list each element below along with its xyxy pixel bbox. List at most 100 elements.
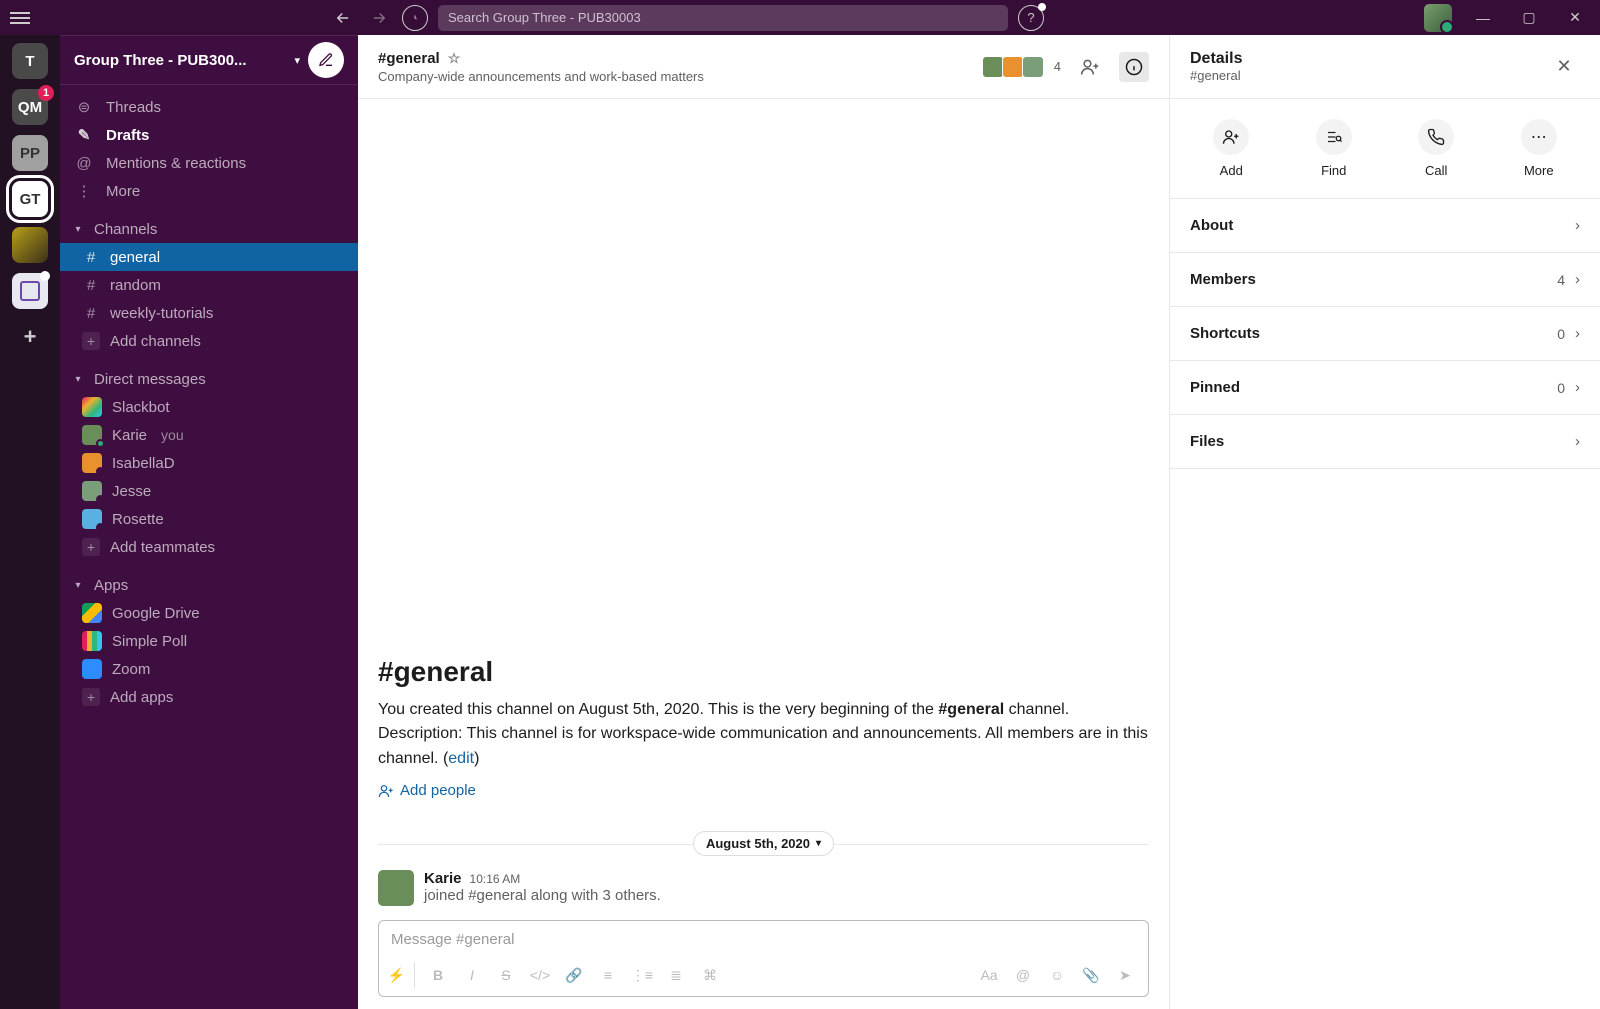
action-add[interactable]: Add xyxy=(1213,119,1249,178)
presence-icon xyxy=(96,439,105,448)
titlebar: Search Group Three - PUB30003 ? — ▢ ✕ xyxy=(0,0,1600,35)
channel-random[interactable]: #random xyxy=(60,271,358,299)
add-people-link[interactable]: Add people xyxy=(378,782,1149,799)
plus-icon: + xyxy=(82,688,100,706)
link-icon[interactable]: 🔗 xyxy=(561,962,587,988)
avatar-icon xyxy=(378,870,414,906)
add-apps[interactable]: +Add apps xyxy=(60,683,358,711)
date-divider: August 5th, 2020▾ xyxy=(378,831,1149,856)
send-icon[interactable]: ➤ xyxy=(1112,962,1138,988)
workspace-pp[interactable]: PP xyxy=(12,135,48,171)
avatar-icon xyxy=(982,56,1004,78)
dm-rosette[interactable]: Rosette xyxy=(60,505,358,533)
workspace-header[interactable]: Group Three - PUB300... ▾ xyxy=(60,35,358,85)
user-avatar[interactable] xyxy=(1424,4,1452,32)
plus-icon: + xyxy=(82,538,100,556)
star-icon[interactable]: ☆ xyxy=(448,50,461,67)
add-workspace-button[interactable]: + xyxy=(12,319,48,355)
app-simple-poll[interactable]: Simple Poll xyxy=(60,627,358,655)
chevron-right-icon: › xyxy=(1575,379,1580,396)
message-text: joined #general along with 3 others. xyxy=(424,887,661,904)
code-icon[interactable]: </> xyxy=(527,962,553,988)
format-icon[interactable]: Aa xyxy=(976,962,1002,988)
details-shortcuts[interactable]: Shortcuts0› xyxy=(1170,307,1600,361)
channel-header: #general ☆ Company-wide announcements and… xyxy=(358,35,1169,99)
compose-button[interactable] xyxy=(308,42,344,78)
shortcuts-icon[interactable]: ⚡ xyxy=(389,962,415,988)
section-channels[interactable]: ▾Channels xyxy=(60,215,358,243)
dm-isabellad[interactable]: IsabellaD xyxy=(60,449,358,477)
close-button[interactable]: ✕ xyxy=(1560,3,1590,33)
avatar-icon xyxy=(1022,56,1044,78)
intro-heading: #general xyxy=(378,656,1149,688)
menu-icon[interactable] xyxy=(10,12,30,24)
workspace-t[interactable]: T xyxy=(12,43,48,79)
section-dms[interactable]: ▾Direct messages xyxy=(60,365,358,393)
details-members[interactable]: Members4› xyxy=(1170,253,1600,307)
dm-karie[interactable]: Karieyou xyxy=(60,421,358,449)
dm-slackbot[interactable]: Slackbot xyxy=(60,393,358,421)
channel-name[interactable]: #general xyxy=(378,50,440,67)
strike-icon[interactable]: S xyxy=(493,962,519,988)
details-about[interactable]: About› xyxy=(1170,199,1600,253)
ul-icon[interactable]: ⋮≡ xyxy=(629,962,655,988)
main-column: #general ☆ Company-wide announcements and… xyxy=(358,35,1170,1009)
action-find[interactable]: Find xyxy=(1316,119,1352,178)
chevron-right-icon: › xyxy=(1575,217,1580,234)
mention-icon[interactable]: @ xyxy=(1010,962,1036,988)
channel-general[interactable]: #general xyxy=(60,243,358,271)
nav-more[interactable]: ⋮More xyxy=(60,177,358,205)
action-more[interactable]: ⋯More xyxy=(1521,119,1557,178)
ol-icon[interactable]: ≡ xyxy=(595,962,621,988)
attach-icon[interactable]: 📎 xyxy=(1078,962,1104,988)
workspace-6[interactable] xyxy=(12,273,48,309)
emoji-icon[interactable]: ☺ xyxy=(1044,962,1070,988)
workspace-qm[interactable]: QM1 xyxy=(12,89,48,125)
bold-icon[interactable]: B xyxy=(425,962,451,988)
help-button[interactable]: ? xyxy=(1018,5,1044,31)
chevron-right-icon: › xyxy=(1575,433,1580,450)
app-zoom[interactable]: Zoom xyxy=(60,655,358,683)
avatar-icon xyxy=(82,397,102,417)
minimize-button[interactable]: — xyxy=(1468,3,1498,33)
back-button[interactable] xyxy=(330,5,356,31)
details-files[interactable]: Files› xyxy=(1170,415,1600,469)
nav-drafts[interactable]: ✎Drafts xyxy=(60,121,358,149)
add-person-button[interactable] xyxy=(1075,52,1105,82)
close-details-button[interactable]: ✕ xyxy=(1548,51,1580,83)
channel-topic[interactable]: Company-wide announcements and work-base… xyxy=(378,69,974,84)
workspace-name: Group Three - PUB300... xyxy=(74,52,286,69)
message-composer: Message #general ⚡ B I S </> 🔗 ≡ ⋮≡ ≣ ⌘ … xyxy=(378,920,1149,997)
avatar-icon xyxy=(82,481,102,501)
channel-weekly-tutorials[interactable]: #weekly-tutorials xyxy=(60,299,358,327)
message[interactable]: Karie10:16 AM joined #general along with… xyxy=(378,864,1149,920)
details-pinned[interactable]: Pinned0› xyxy=(1170,361,1600,415)
section-apps[interactable]: ▾Apps xyxy=(60,571,358,599)
date-pill[interactable]: August 5th, 2020▾ xyxy=(693,831,834,856)
add-teammates[interactable]: +Add teammates xyxy=(60,533,358,561)
italic-icon[interactable]: I xyxy=(459,962,485,988)
forward-button[interactable] xyxy=(366,5,392,31)
avatar-icon xyxy=(82,453,102,473)
nav-mentions[interactable]: @Mentions & reactions xyxy=(60,149,358,177)
badge: 1 xyxy=(38,85,54,101)
app-google-drive[interactable]: Google Drive xyxy=(60,599,358,627)
history-button[interactable] xyxy=(402,5,428,31)
composer-input[interactable]: Message #general xyxy=(379,921,1148,958)
dm-jesse[interactable]: Jesse xyxy=(60,477,358,505)
add-channels[interactable]: +Add channels xyxy=(60,327,358,355)
edit-link[interactable]: edit xyxy=(448,750,474,767)
maximize-button[interactable]: ▢ xyxy=(1514,3,1544,33)
workspace-5[interactable] xyxy=(12,227,48,263)
quote-icon[interactable]: ≣ xyxy=(663,962,689,988)
details-header: Details #general ✕ xyxy=(1170,35,1600,99)
message-sender[interactable]: Karie xyxy=(424,870,462,887)
codeblock-icon[interactable]: ⌘ xyxy=(697,962,723,988)
search-input[interactable]: Search Group Three - PUB30003 xyxy=(438,5,1008,31)
workspace-gt[interactable]: GT xyxy=(12,181,48,217)
member-list-button[interactable]: 4 xyxy=(988,56,1061,78)
workspace-rail: T QM1 PP GT + xyxy=(0,35,60,1009)
details-button[interactable] xyxy=(1119,52,1149,82)
nav-threads[interactable]: ⊜Threads xyxy=(60,93,358,121)
action-call[interactable]: Call xyxy=(1418,119,1454,178)
